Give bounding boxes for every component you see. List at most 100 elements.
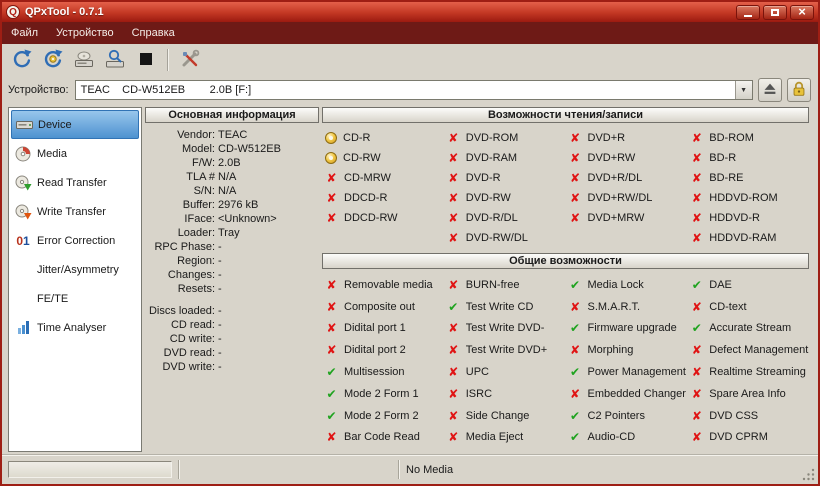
capability-mode-2-form-1: ✔ Mode 2 Form 1 [322, 383, 444, 405]
capability-morphing: ✘ Morphing [566, 339, 688, 361]
title-bar[interactable]: Q QPxTool - 0.7.1 × [2, 2, 818, 22]
not-supported-x-icon: ✘ [691, 191, 702, 205]
capability-dvd-r-dl: ✘ DVD-R/DL [444, 208, 566, 228]
stop-button[interactable] [132, 46, 160, 74]
capability-label: DVD-RW [465, 192, 511, 204]
info-label: RPC Phase: [154, 241, 215, 253]
capability-label: Composite out [344, 300, 415, 313]
sidebar-item-jitter-asymmetry[interactable]: Jitter/Asymmetry [11, 255, 139, 284]
capability-didital-port-2: ✘ Didital port 2 [322, 339, 444, 361]
drive-icon [15, 118, 33, 132]
sidebar-item-time-analyser[interactable]: Time Analyser [11, 313, 139, 342]
sidebar-item-write-transfer[interactable]: Write Transfer [11, 197, 139, 226]
load-eject-icon [74, 49, 94, 72]
sidebar-item-label: Device [38, 118, 72, 131]
info-panel: Основная информация Vendor: TEAC Model: CD-… [145, 107, 319, 374]
rescan-bus-button[interactable] [8, 46, 36, 74]
device-bar: Устройство: TEAC CD-W512EB 2.0B [F:] ▼ [2, 76, 818, 104]
capability-firmware-upgrade: ✔ Firmware upgrade [566, 318, 688, 340]
combo-dropdown-button[interactable]: ▼ [734, 81, 752, 99]
sidebar-item-read-transfer[interactable]: Read Transfer [11, 168, 139, 197]
lock-button[interactable] [786, 78, 811, 102]
minimize-button[interactable] [736, 4, 760, 20]
info-panel-header: Основная информация [145, 107, 319, 123]
load-eject-button[interactable] [70, 46, 98, 74]
info-label: CD write: [169, 333, 215, 345]
info-value: 2976 kB [218, 199, 259, 211]
resize-grip[interactable] [802, 468, 815, 481]
maximize-button[interactable] [763, 4, 787, 20]
capability-label: Accurate Stream [709, 322, 792, 335]
capability-dvd+rw: ✘ DVD+RW [566, 148, 688, 168]
capability-label: UPC [465, 366, 489, 379]
capability-label: Media Lock [587, 278, 644, 291]
capability-removable-media: ✘ Removable media [322, 274, 444, 296]
info-value: - [218, 305, 222, 317]
menu-bar: Файл Устройство Справка [2, 22, 818, 44]
capability-hddvd-rom: ✘ HDDVD-ROM [687, 188, 809, 208]
info-label: Region: [177, 255, 215, 267]
not-supported-x-icon: ✘ [569, 131, 581, 145]
capability-test-write-dvd+: ✘ Test Write DVD+ [444, 339, 566, 361]
capability-embedded-changer: ✘ Embedded Changer [566, 383, 688, 405]
info-label: IFace: [184, 213, 215, 225]
info-label: Loader: [177, 227, 215, 239]
sidebar-item-device[interactable]: Device [11, 110, 139, 139]
supported-check-icon: ✔ [569, 277, 581, 292]
scan-media-button[interactable] [101, 46, 129, 74]
not-supported-x-icon: ✘ [448, 386, 459, 401]
sidebar-item-fe-te[interactable]: FE/TE [11, 284, 139, 313]
info-label: Vendor: [177, 129, 215, 141]
capability-media-eject: ✘ Media Eject [444, 427, 566, 449]
menu-item-устройство[interactable]: Устройство [47, 22, 123, 44]
capability-label: DVD-R [465, 172, 501, 184]
info-value: - [218, 319, 222, 331]
capability-side-change: ✘ Side Change [444, 405, 566, 427]
not-supported-x-icon: ✘ [691, 231, 702, 245]
close-button[interactable]: × [790, 4, 814, 20]
capability-label: Firmware upgrade [587, 322, 677, 335]
minimize-icon [744, 14, 752, 17]
device-select[interactable]: TEAC CD-W512EB 2.0B [F:] ▼ [74, 80, 753, 100]
sidebar-item-error-correction[interactable]: 01 Error Correction [11, 226, 139, 255]
qpxtool-window: Q QPxTool - 0.7.1 × Файл Устройство Справк… [0, 0, 820, 486]
supported-check-icon: ✔ [569, 408, 581, 423]
capability-upc: ✘ UPC [444, 361, 566, 383]
refresh-info-button[interactable] [39, 46, 67, 74]
capability-label: BURN-free [465, 278, 520, 291]
rw-capabilities-grid: CD-R CD-RW ✘ CD-MRW ✘ DDCD-R ✘ DDCD-RW ✘ DVD-ROM ✘… [322, 128, 809, 248]
capability-isrc: ✘ ISRC [444, 383, 566, 405]
capability-label: DVD+RW [587, 152, 636, 164]
info-row-tla: TLA # N/A [145, 170, 319, 184]
capability-bd-r: ✘ BD-R [687, 148, 809, 168]
capability-ddcd-rw: ✘ DDCD-RW [322, 208, 444, 228]
capability-cd-rw: CD-RW [322, 148, 444, 168]
rescan-bus-icon [12, 49, 32, 72]
general-capabilities-header: Общие возможности [322, 253, 809, 269]
capability-realtime-streaming: ✘ Realtime Streaming [687, 361, 809, 383]
sidebar-item-media[interactable]: Media [11, 139, 139, 168]
settings-button[interactable] [176, 46, 204, 74]
eject-button[interactable] [757, 78, 782, 102]
not-supported-x-icon: ✘ [691, 365, 702, 380]
error-correction-01-icon: 01 [16, 233, 30, 248]
capability-label: DVD+MRW [587, 212, 645, 224]
not-supported-x-icon: ✘ [691, 343, 702, 358]
capability-label: ISRC [465, 387, 493, 400]
sidebar-item-label: Read Transfer [37, 176, 107, 189]
capability-s-m-a-r-t: ✘ S.M.A.R.T. [566, 296, 688, 318]
not-supported-x-icon: ✘ [448, 151, 459, 165]
menu-item-справка[interactable]: Справка [123, 22, 184, 44]
capability-label: Test Write CD [465, 300, 534, 313]
capability-column: ✘ BURN-free ✔ Test Write CD ✘ Test Write DVD-… [444, 274, 566, 448]
menu-item-файл[interactable]: Файл [2, 22, 47, 44]
eject-icon [761, 80, 779, 101]
not-supported-x-icon: ✘ [448, 277, 459, 292]
info-label: CD read: [170, 319, 215, 331]
capability-column: CD-R CD-RW ✘ CD-MRW ✘ DDCD-R ✘ DDCD-RW [322, 128, 444, 248]
info-label: Changes: [167, 269, 215, 281]
capability-dae: ✔ DAE [687, 274, 809, 296]
not-supported-x-icon: ✘ [326, 171, 337, 185]
capability-cd-r: CD-R [322, 128, 444, 148]
info-value: Tray [218, 227, 240, 239]
